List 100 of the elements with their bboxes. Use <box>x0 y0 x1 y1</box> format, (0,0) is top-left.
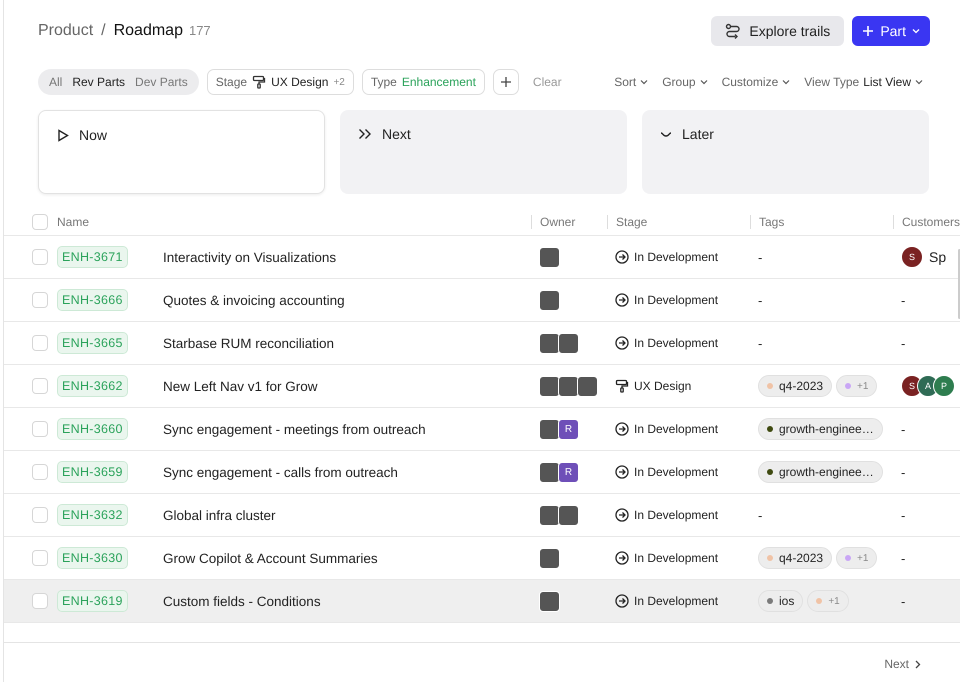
row-checkbox[interactable] <box>32 593 48 609</box>
table-row[interactable]: ENH-3665 Starbase RUM reconciliation In Development - - <box>4 322 960 365</box>
view-dropdown[interactable]: Sort <box>614 75 648 89</box>
plus-icon <box>862 25 874 37</box>
item-title: Starbase RUM reconciliation <box>163 336 334 350</box>
avatar-photo-placeholder <box>539 418 560 440</box>
arrow-circle-icon <box>615 508 629 522</box>
item-title: Interactivity on Visualizations <box>163 250 336 264</box>
tag-chip[interactable]: growth-enginee… <box>758 461 883 483</box>
avatar-photo-placeholder <box>539 462 560 482</box>
table-row[interactable]: ENH-3619 Custom fields - Conditions In Development ios +1 - <box>4 580 960 623</box>
empty-value: - <box>901 464 906 480</box>
select-all-checkbox[interactable] <box>32 214 48 230</box>
avatar-photo-placeholder <box>539 290 560 310</box>
table-row[interactable]: ENH-3660 Sync engagement - meetings from outreach R In Development growth-enginee… - <box>4 408 960 451</box>
empty-value: - <box>901 594 906 608</box>
view-dropdown[interactable]: View Type List View <box>804 75 923 89</box>
avatar-photo-placeholder <box>539 504 560 526</box>
row-checkbox[interactable] <box>32 464 48 480</box>
page-title: Roadmap <box>114 22 183 40</box>
arrow-circle-icon <box>615 465 629 479</box>
column-header: Owner <box>540 215 576 229</box>
stage-label: In Development <box>634 336 718 350</box>
empty-value: - <box>758 336 762 350</box>
add-filter-button[interactable] <box>492 69 519 95</box>
breadcrumb-link[interactable]: Product <box>38 22 94 40</box>
segment-tab[interactable]: All <box>44 75 68 89</box>
customer-name: Sp <box>929 249 946 265</box>
view-dropdown[interactable]: Group <box>662 75 708 89</box>
breadcrumb-separator: / <box>101 22 106 40</box>
avatar-photo-placeholder <box>558 504 579 526</box>
table-row[interactable]: ENH-3662 New Left Nav v1 for Grow UX Design q4-2023 +1 S A P <box>4 365 960 408</box>
stage-label: In Development <box>634 293 718 307</box>
view-dropdown[interactable]: Customize <box>722 75 790 89</box>
avatar-initial: R <box>558 462 579 482</box>
empty-value: - <box>901 508 906 522</box>
table-row[interactable]: ENH-3666 Quotes & invoicing accounting In Development - - <box>4 279 960 322</box>
table-row[interactable]: ENH-3632 Global infra cluster In Development - - <box>4 494 960 537</box>
arrow-circle-icon <box>615 551 629 565</box>
empty-value: - <box>901 292 906 308</box>
row-checkbox[interactable] <box>32 335 48 351</box>
empty-value: - <box>901 336 906 350</box>
segment-tab[interactable]: Rev Parts <box>67 75 130 89</box>
table-row[interactable]: ENH-3659 Sync engagement - calls from outreach R In Development growth-enginee… - <box>4 451 960 494</box>
avatar-photo-placeholder <box>539 548 560 568</box>
column-header: Name <box>57 215 90 229</box>
item-title: Sync engagement - meetings from outreach <box>163 422 426 436</box>
empty-value: - <box>901 422 906 436</box>
paint-roller-icon <box>252 75 266 89</box>
stage-label: In Development <box>634 465 718 479</box>
next-page-button[interactable]: Next <box>884 657 921 671</box>
tag-chip[interactable]: q4-2023 <box>758 375 832 397</box>
item-title: Sync engagement - calls from outreach <box>163 464 398 480</box>
avatar-initial: R <box>558 418 579 440</box>
paint-roller-icon <box>615 379 629 393</box>
segment-tab[interactable]: Dev Parts <box>130 75 193 89</box>
customer-avatar: P <box>933 375 955 397</box>
wave-icon <box>660 131 672 137</box>
avatar-photo-placeholder <box>539 590 560 612</box>
column-header: Customers <box>902 215 960 229</box>
explore-trails-button[interactable]: Explore trails <box>711 16 844 46</box>
row-checkbox[interactable] <box>32 550 48 566</box>
avatar-photo-placeholder <box>577 376 598 396</box>
avatar-photo-placeholder <box>558 376 579 396</box>
tag-chip[interactable]: ios <box>758 590 804 612</box>
lane-title: Now <box>79 127 108 143</box>
avatar-photo-placeholder <box>539 246 560 268</box>
row-checkbox[interactable] <box>32 292 48 308</box>
chevron-down-icon <box>915 79 923 85</box>
column-header: Tags <box>759 215 784 229</box>
roadmap-lane[interactable]: Later <box>642 110 929 194</box>
add-part-button[interactable]: Part <box>852 16 930 46</box>
row-checkbox[interactable] <box>32 421 48 437</box>
stage-label: In Development <box>634 551 718 565</box>
arrow-circle-icon <box>615 250 629 264</box>
lane-title: Later <box>682 126 714 142</box>
row-checkbox[interactable] <box>32 249 48 265</box>
chevron-down-icon <box>640 79 648 85</box>
stage-label: In Development <box>634 594 718 608</box>
row-checkbox[interactable] <box>32 378 48 394</box>
avatar-photo-placeholder <box>539 376 560 396</box>
table-row[interactable]: ENH-3671 Interactivity on Visualizations In Development - S Sp <box>4 236 960 279</box>
tag-chip[interactable]: q4-2023 <box>758 547 832 569</box>
row-checkbox[interactable] <box>32 507 48 523</box>
empty-value: - <box>758 292 762 308</box>
stage-label: In Development <box>634 422 718 436</box>
avatar-photo-placeholder <box>539 332 560 354</box>
lane-title: Next <box>382 126 411 142</box>
tag-chip[interactable]: growth-enginee… <box>758 418 883 440</box>
arrow-circle-icon <box>615 336 629 350</box>
filter-chip[interactable]: Stage UX Design +2 <box>206 69 354 95</box>
empty-value: - <box>758 508 762 522</box>
chevron-down-icon <box>782 79 790 85</box>
roadmap-lane[interactable]: Now <box>38 110 325 194</box>
stage-label: In Development <box>634 250 718 264</box>
filter-chip[interactable]: Type Enhancement <box>362 69 485 95</box>
empty-value: - <box>901 550 906 566</box>
roadmap-lane[interactable]: Next <box>340 110 627 194</box>
empty-value: - <box>758 250 762 264</box>
item-title: Grow Copilot & Account Summaries <box>163 550 378 566</box>
